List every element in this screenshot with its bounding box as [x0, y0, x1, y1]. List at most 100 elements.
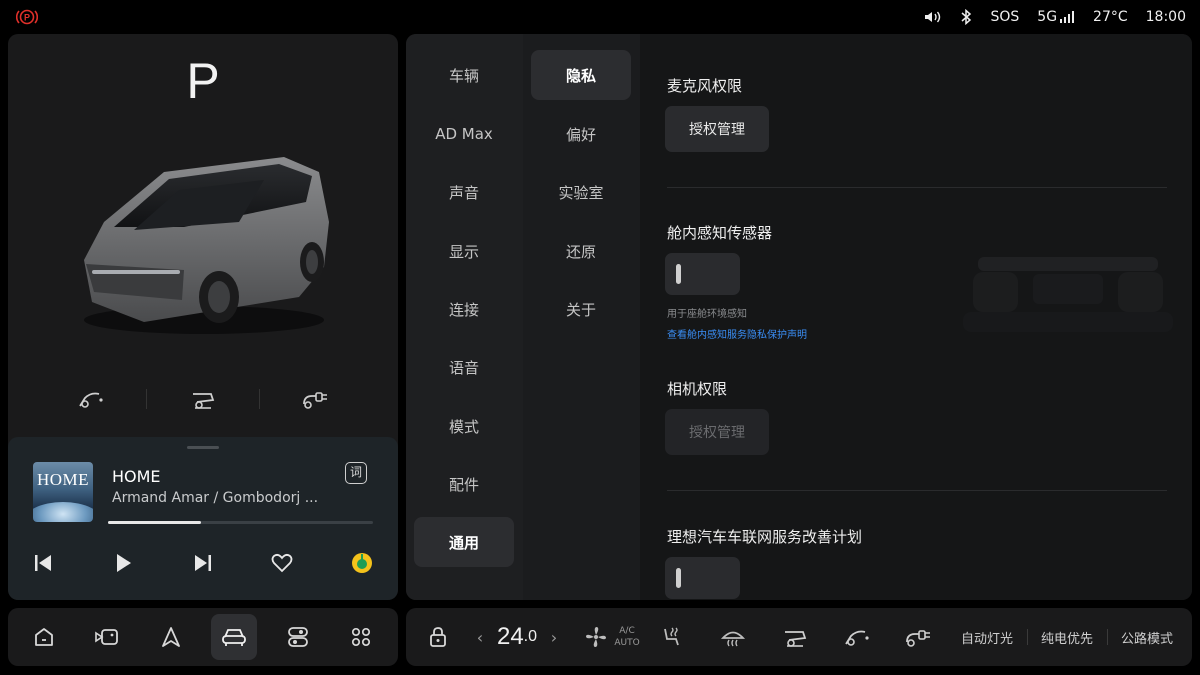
favorite-button[interactable]: [269, 550, 295, 576]
vehicle-icon: [222, 629, 246, 646]
nav-voice[interactable]: 语音: [414, 342, 514, 392]
front-trunk-icon: [845, 630, 869, 646]
temperature-decimal: .0: [523, 628, 538, 645]
skip-previous-icon: [35, 555, 51, 571]
fan-icon: [586, 627, 606, 647]
navigation-icon: [162, 627, 180, 647]
mic-permission-title: 麦克风权限: [667, 77, 743, 95]
bluetooth-icon: [961, 9, 972, 25]
front-trunk-quick-button[interactable]: [842, 608, 872, 666]
subnav-privacy[interactable]: 隐私: [531, 50, 631, 100]
camera-view-icon: [95, 629, 118, 645]
rear-trunk-quick-button[interactable]: [780, 608, 810, 666]
lock-button[interactable]: [424, 608, 452, 666]
defrost-button[interactable]: [718, 608, 748, 666]
svg-text:P: P: [24, 13, 30, 23]
iov-program-toggle[interactable]: [665, 557, 740, 599]
rear-trunk-button[interactable]: [183, 379, 223, 419]
nav-accessories[interactable]: 配件: [414, 459, 514, 509]
settings-secondary-nav: 隐私 偏好 实验室 还原 关于: [523, 34, 640, 600]
subnav-lab[interactable]: 实验室: [531, 167, 631, 217]
mic-permission-button[interactable]: 授权管理: [665, 106, 769, 152]
subnav-reset[interactable]: 还原: [531, 226, 631, 276]
auto-light-button[interactable]: 自动灯光: [956, 608, 1018, 666]
dock-navigation[interactable]: [148, 614, 194, 660]
temperature-display: 24.0: [492, 608, 542, 666]
network-indicator: 5G: [1037, 9, 1075, 25]
parking-brake-icon: P: [16, 9, 38, 25]
dock-home[interactable]: [21, 614, 67, 660]
cabin-sensor-toggle[interactable]: [665, 253, 740, 295]
nav-sound[interactable]: 声音: [414, 167, 514, 217]
outside-temperature: 27°C: [1093, 9, 1128, 25]
next-button[interactable]: [190, 550, 216, 576]
dock-camera-view[interactable]: [84, 614, 130, 660]
charge-port-quick-button[interactable]: [902, 608, 934, 666]
seat-heat-button[interactable]: [658, 608, 684, 666]
settings-primary-nav: 车辆 AD Max 声音 显示 连接 语音 模式 配件 通用: [406, 34, 523, 600]
ac-auto-button[interactable]: A/C AUTO: [614, 608, 640, 666]
vehicle-image[interactable]: [74, 152, 334, 337]
song-title: HOME: [112, 467, 161, 486]
climate-bar: ‹ 24.0 › A/C AUTO 自动灯光 纯电优先 公路模式: [406, 608, 1192, 666]
divider: [1107, 629, 1108, 645]
nav-connection[interactable]: 连接: [414, 284, 514, 334]
toggle-knob: [676, 568, 681, 588]
front-trunk-button[interactable]: [71, 379, 111, 419]
volume-icon: [925, 11, 941, 23]
skip-next-icon: [194, 555, 211, 571]
divider: [1027, 629, 1028, 645]
cabin-sensor-privacy-link[interactable]: 查看舱内感知服务隐私保护声明: [667, 326, 807, 341]
heart-icon: [271, 553, 293, 573]
apps-grid-icon: [351, 627, 371, 647]
rear-trunk-icon: [785, 631, 807, 647]
charge-port-button[interactable]: [295, 379, 335, 419]
lyrics-button[interactable]: 词: [345, 462, 367, 484]
playback-controls: [30, 550, 375, 576]
clock: 18:00: [1145, 9, 1186, 25]
cabin-sensor-illustration: [963, 257, 1173, 332]
road-mode-button[interactable]: 公路模式: [1116, 608, 1178, 666]
charge-port-icon: [303, 392, 328, 409]
gear-indicator: P: [186, 53, 220, 109]
charge-port-icon: [906, 630, 930, 647]
sos-label[interactable]: SOS: [990, 9, 1019, 25]
dock-vehicle[interactable]: [211, 614, 257, 660]
lock-icon: [430, 627, 446, 647]
album-art[interactable]: HOME: [33, 462, 93, 522]
dock-controls[interactable]: [275, 614, 321, 660]
playback-progress[interactable]: [108, 521, 373, 524]
nav-vehicle[interactable]: 车辆: [414, 50, 514, 100]
home-icon: [35, 628, 53, 646]
subnav-about[interactable]: 关于: [531, 284, 631, 334]
divider: [258, 389, 260, 409]
fan-button[interactable]: [582, 608, 610, 666]
nav-ad-max[interactable]: AD Max: [414, 109, 514, 159]
seat-heat-icon: [664, 627, 679, 646]
camera-permission-title: 相机权限: [667, 380, 728, 398]
play-icon: [116, 554, 131, 572]
nav-display[interactable]: 显示: [414, 226, 514, 276]
nav-mode[interactable]: 模式: [414, 401, 514, 451]
app-dock: [8, 608, 398, 666]
album-art-text: HOME: [36, 470, 90, 489]
nav-general[interactable]: 通用: [414, 517, 514, 567]
network-label: 5G: [1037, 9, 1058, 25]
previous-button[interactable]: [30, 550, 56, 576]
camera-permission-button[interactable]: 授权管理: [665, 409, 769, 455]
divider: [667, 490, 1167, 491]
dock-apps[interactable]: [338, 614, 384, 660]
divider: [667, 187, 1167, 188]
media-player: HOME HOME Armand Amar / Gombodorj ... 词: [8, 437, 398, 600]
auto-label: AUTO: [614, 638, 640, 648]
temp-up-button[interactable]: ›: [544, 608, 564, 666]
temp-down-button[interactable]: ‹: [470, 608, 490, 666]
drag-handle[interactable]: [187, 446, 219, 449]
divider: [146, 389, 148, 409]
music-app-button[interactable]: [349, 550, 375, 576]
toggle-knob: [676, 264, 681, 284]
ev-priority-button[interactable]: 纯电优先: [1036, 608, 1098, 666]
subnav-preferences[interactable]: 偏好: [531, 109, 631, 159]
play-button[interactable]: [110, 550, 136, 576]
front-trunk-icon: [79, 392, 103, 408]
